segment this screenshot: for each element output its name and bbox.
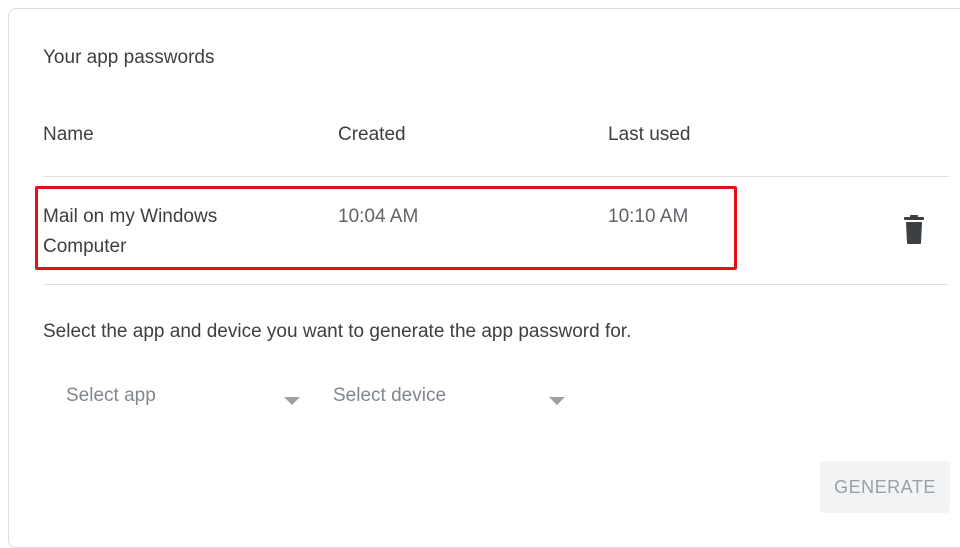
column-header-last-used: Last used	[608, 124, 691, 145]
row-name: Mail on my Windows Computer	[43, 206, 218, 257]
table-divider	[43, 176, 949, 177]
section-title: Your app passwords	[43, 47, 215, 68]
select-app-label: Select app	[66, 385, 156, 406]
row-last-used: 10:10 AM	[608, 206, 689, 227]
app-passwords-card	[8, 8, 960, 548]
table-header: Name Created Last used	[43, 124, 949, 154]
trash-icon[interactable]	[902, 215, 926, 245]
generator-instruction: Select the app and device you want to ge…	[43, 321, 632, 342]
column-header-created: Created	[338, 124, 406, 145]
row-created: 10:04 AM	[338, 206, 419, 227]
trash-icon-graphic	[904, 215, 924, 244]
generate-button[interactable]: GENERATE	[820, 461, 950, 513]
select-device-label: Select device	[333, 385, 447, 406]
select-app-dropdown[interactable]: Select app	[66, 385, 306, 419]
chevron-down-icon	[549, 397, 565, 405]
section-divider	[43, 284, 949, 285]
table-row: Mail on my Windows Computer 10:04 AM 10:…	[43, 200, 949, 270]
column-header-name: Name	[43, 124, 94, 145]
chevron-down-icon	[284, 397, 300, 405]
select-device-dropdown[interactable]: Select device	[333, 385, 573, 419]
